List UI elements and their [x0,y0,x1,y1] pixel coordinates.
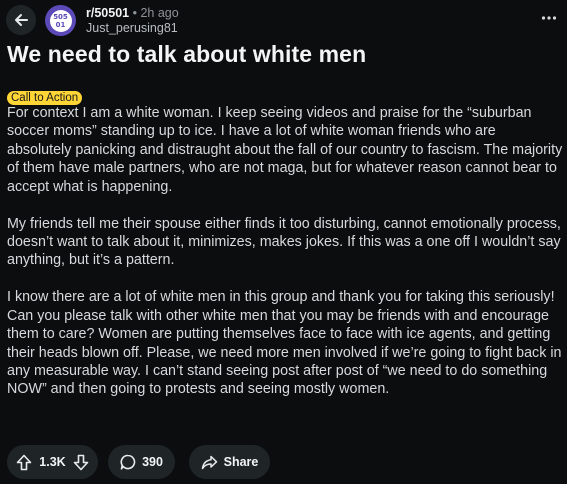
arrow-left-icon [13,12,29,28]
arrow-up-icon [16,454,32,471]
vote-count: 1.3K [39,455,66,469]
downvote-button[interactable] [73,454,89,471]
comment-bubble-icon [120,454,136,470]
post-meta: r/50501 • 2h ago Just_perusing81 [86,6,179,35]
subreddit-name[interactable]: r/50501 [86,6,129,20]
subreddit-logo: 505 01 [49,9,72,32]
post-actions: 1.3K 390 Share [7,445,270,479]
post-header: 505 01 r/50501 • 2h ago Just_perusing81 [0,0,567,44]
post-age: 2h ago [140,6,179,20]
upvote-button[interactable] [16,454,32,471]
body-paragraph-3: I know there are a lot of white men in t… [7,289,562,398]
vote-control: 1.3K [7,445,98,479]
back-button[interactable] [6,5,36,35]
comments-button[interactable]: 390 [108,445,175,479]
post-body: For context I am a white woman. I keep s… [7,104,563,417]
post-title: We need to talk about white men [7,41,367,67]
share-button[interactable]: Share [189,445,270,479]
avatar-text-top: 505 [53,12,68,21]
share-label: Share [223,455,259,469]
body-paragraph-2: My friends tell me their spouse either f… [7,215,561,269]
avatar-text-bottom: 01 [55,20,66,29]
comment-count: 390 [142,455,163,469]
subreddit-avatar[interactable]: 505 01 [45,5,76,36]
post-author[interactable]: Just_perusing81 [86,21,179,35]
subreddit-line: r/50501 • 2h ago [86,6,179,20]
more-horizontal-icon [541,15,557,21]
more-options-button[interactable] [539,8,559,28]
post-flair[interactable]: Call to Action [7,91,83,105]
body-paragraph-1: For context I am a white woman. I keep s… [7,105,563,195]
meta-separator: • [132,6,137,20]
arrow-down-icon [73,454,89,471]
share-arrow-icon [201,455,218,470]
